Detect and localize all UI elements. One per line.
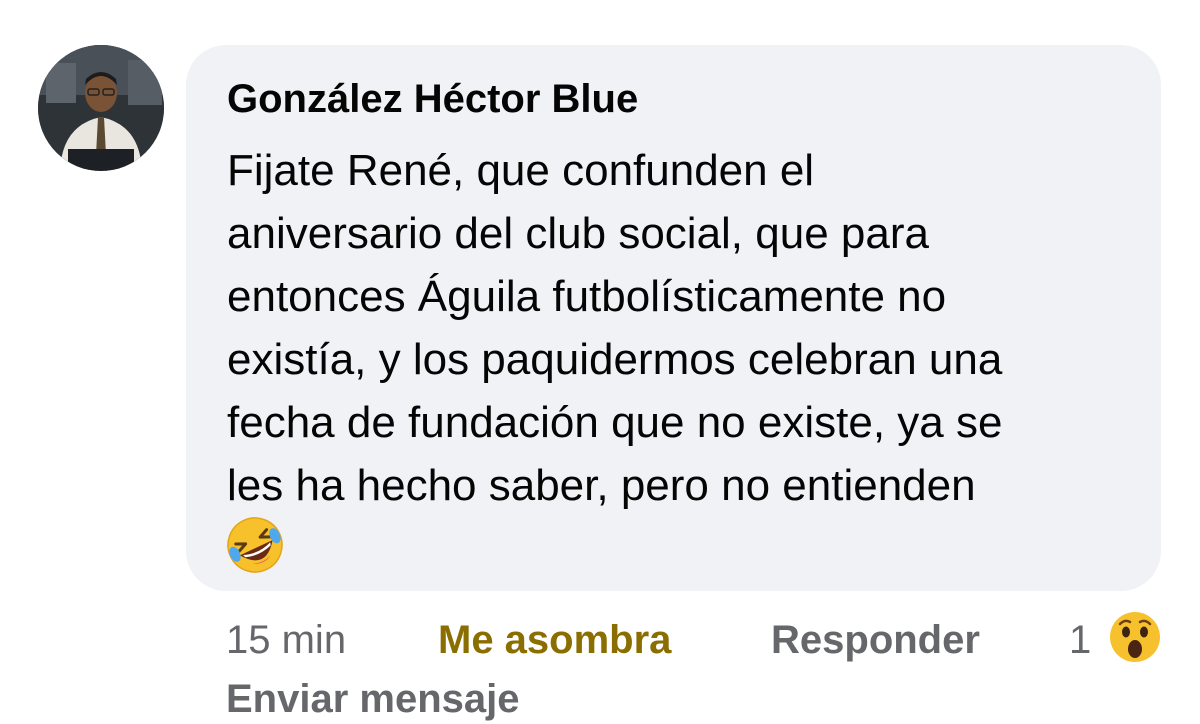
- comment-text: Fijate René, que confunden el aniversari…: [227, 139, 1147, 517]
- avatar[interactable]: [38, 45, 164, 171]
- reply-button[interactable]: Responder: [771, 615, 980, 665]
- wow-face-icon[interactable]: [1106, 608, 1164, 666]
- reaction-count[interactable]: 1: [1069, 615, 1091, 665]
- comment-line: les ha hecho saber, pero no entienden: [227, 461, 976, 510]
- comment-bubble: González Héctor Blue Fijate René, que co…: [186, 45, 1161, 591]
- avatar-photo: [38, 45, 164, 171]
- author-name[interactable]: González Héctor Blue: [227, 75, 638, 123]
- comment-line: Fijate René, que confunden el: [227, 146, 815, 195]
- send-message-link[interactable]: Enviar mensaje: [226, 674, 520, 724]
- rolling-on-floor-laughing-icon: [225, 515, 285, 575]
- comment-line: existía, y los paquidermos celebran una: [227, 335, 1003, 384]
- comment: González Héctor Blue Fijate René, que co…: [0, 0, 1200, 721]
- comment-line: fecha de fundación que no existe, ya se: [227, 398, 1003, 447]
- comment-line: aniversario del club social, que para: [227, 209, 929, 258]
- timestamp[interactable]: 15 min: [226, 615, 346, 665]
- comment-line: entonces Águila futbolísticamente no: [227, 272, 947, 321]
- reaction-button[interactable]: Me asombra: [438, 615, 671, 665]
